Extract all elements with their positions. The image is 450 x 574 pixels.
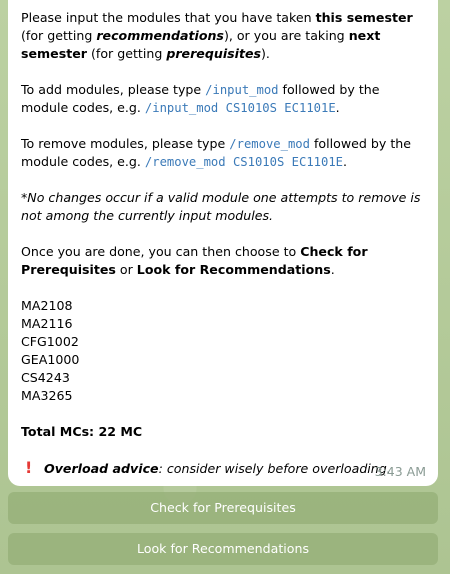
list-item: MA2116: [21, 316, 73, 331]
total-mcs: Total MCs: 22 MC: [21, 424, 143, 439]
overload-advice: ! Overload advice: consider wisely befor…: [21, 459, 424, 478]
done-text: Once you are done, you can then choose t…: [21, 244, 301, 259]
intro-text: Please input the modules that you have t…: [21, 10, 316, 25]
add-text: .: [335, 100, 340, 115]
add-instructions: To add modules, please type /input_mod f…: [21, 81, 424, 117]
check-prerequisites-button[interactable]: Check for Prerequisites: [8, 492, 438, 524]
remove-instructions: To remove modules, please type /remove_m…: [21, 135, 424, 171]
intro-paragraph: Please input the modules that you have t…: [21, 9, 424, 63]
intro-text: (for getting: [21, 28, 97, 43]
list-item: GEA1000: [21, 352, 80, 367]
remove-mod-command-link[interactable]: /remove_mod: [229, 137, 310, 151]
advice-label: Overload advice: [44, 461, 159, 476]
message-timestamp: 3:43 AM: [374, 464, 426, 479]
advice-text: Overload advice: consider wisely before …: [44, 460, 391, 478]
module-list: MA2108 MA2116 CFG1002 GEA1000 CS4243 MA3…: [21, 297, 424, 405]
advice-body: : consider wisely before overloading.: [158, 461, 391, 476]
prerequisites-emphasis: prerequisites: [166, 46, 262, 61]
input-mod-command-link[interactable]: /input_mod: [205, 83, 278, 97]
look-for-recommendations-button[interactable]: Look for Recommendations: [8, 533, 438, 565]
note-text: No changes occur if a valid module one a…: [21, 190, 421, 223]
look-rec-bold: Look for Recommendations: [136, 262, 331, 277]
remove-mod-example-code[interactable]: /remove_mod CS1010S EC1101E: [145, 155, 343, 169]
remove-text: .: [343, 154, 348, 169]
exclamation-icon: !: [25, 458, 33, 477]
list-item: MA3265: [21, 388, 73, 403]
remove-text: To remove modules, please type: [21, 136, 230, 151]
intro-text: ), or you are taking: [223, 28, 349, 43]
add-text: To add modules, please type: [21, 82, 206, 97]
this-semester-bold: this semester: [315, 10, 413, 25]
list-item: CS4243: [21, 370, 70, 385]
list-item: MA2108: [21, 298, 73, 313]
done-text: .: [330, 262, 335, 277]
done-text: or: [115, 262, 137, 277]
note-paragraph: *No changes occur if a valid module one …: [21, 189, 424, 225]
list-item: CFG1002: [21, 334, 79, 349]
done-paragraph: Once you are done, you can then choose t…: [21, 243, 424, 279]
recommendations-emphasis: recommendations: [96, 28, 224, 43]
intro-text: (for getting: [86, 46, 167, 61]
input-mod-example-code[interactable]: /input_mod CS1010S EC1101E: [145, 101, 336, 115]
bot-message-bubble: Please input the modules that you have t…: [8, 0, 438, 486]
intro-text: ).: [261, 46, 270, 61]
